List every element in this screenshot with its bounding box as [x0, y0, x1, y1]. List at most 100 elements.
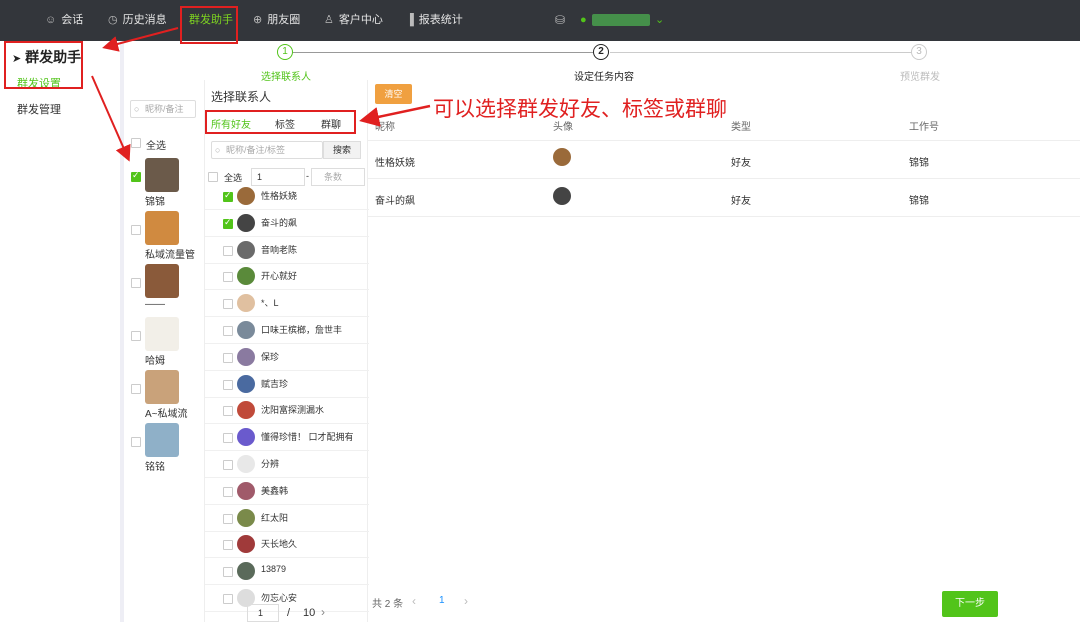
- avatar: [145, 211, 179, 245]
- avatar: [145, 370, 179, 404]
- contact-checkbox[interactable]: [223, 540, 233, 551]
- candidate-name: 锦锦: [145, 197, 165, 208]
- list-item[interactable]: 天长地久: [205, 531, 369, 559]
- sidebar-divider: [120, 41, 124, 622]
- page-number[interactable]: 1: [439, 595, 445, 606]
- contact-checkbox[interactable]: [223, 217, 233, 229]
- selected-table-area: 清空 昵称 头像 类型 工作号 性格妖娆 好友 锦锦 奋斗的飙 好友 锦锦 共 …: [368, 80, 1080, 622]
- sidebar-item-mass-management[interactable]: 群发管理: [17, 101, 61, 117]
- clear-button[interactable]: 清空: [375, 84, 412, 104]
- candidate-search-input[interactable]: ○ 昵称/备注: [130, 100, 196, 118]
- avatar: [145, 158, 179, 192]
- avatar: [145, 317, 179, 351]
- list-item[interactable]: 13879: [205, 558, 369, 586]
- contact-search-button[interactable]: 搜索: [323, 141, 361, 159]
- contact-checkbox[interactable]: [223, 352, 233, 363]
- avatar: [145, 423, 179, 457]
- candidate-item[interactable]: 锦锦: [145, 158, 179, 208]
- pager-separator: /: [287, 607, 291, 619]
- contact-name: 赋吉珍: [261, 378, 289, 389]
- candidate-checkbox[interactable]: [131, 225, 141, 235]
- list-item[interactable]: 开心就好: [205, 263, 369, 291]
- contact-checkbox[interactable]: [223, 406, 233, 417]
- list-item[interactable]: 懂得珍惜！ 口才配拥有: [205, 424, 369, 452]
- candidate-name: 铭铭: [145, 462, 165, 473]
- avatar: [237, 508, 255, 527]
- prev-page-button[interactable]: ‹: [412, 594, 416, 608]
- list-item[interactable]: 赋吉珍: [205, 371, 369, 398]
- list-item[interactable]: 沈阳富探测漏水: [205, 397, 369, 425]
- nav-customers[interactable]: ♙ 客户中心: [324, 0, 383, 41]
- chevron-down-icon[interactable]: ⌄: [655, 0, 664, 41]
- avatar: [237, 267, 255, 286]
- table-row[interactable]: 奋斗的飙 好友 锦锦: [368, 179, 1080, 217]
- candidate-item[interactable]: ——: [145, 264, 179, 310]
- contact-checkbox[interactable]: [223, 379, 233, 390]
- contact-checkbox[interactable]: [223, 460, 233, 470]
- col-header-nickname: 昵称: [375, 122, 395, 133]
- pager-next-button[interactable]: ›: [321, 605, 325, 619]
- contact-checkbox[interactable]: [223, 245, 233, 256]
- contact-search-input[interactable]: ○ 昵称/备注/标签: [211, 141, 323, 159]
- chat-icon: ☺: [45, 14, 57, 26]
- nav-history[interactable]: ◷ 历史消息: [108, 0, 167, 41]
- candidate-checkbox[interactable]: [131, 437, 141, 447]
- highlight-nav-mass-send: [180, 6, 238, 44]
- contact-checkbox[interactable]: [223, 513, 233, 524]
- search-icon: ○: [215, 145, 221, 155]
- nav-reports[interactable]: ▐ 报表统计: [406, 0, 463, 41]
- candidate-checkbox[interactable]: [131, 331, 141, 341]
- bar-chart-icon: ▐: [406, 14, 414, 26]
- contact-checkbox[interactable]: [223, 486, 233, 497]
- avatar: [237, 347, 255, 366]
- nav-moments[interactable]: ⊕ 朋友圈: [253, 0, 300, 41]
- total-count: 共 2 条: [372, 599, 404, 610]
- candidate-select-all-checkbox[interactable]: [131, 138, 141, 148]
- candidate-item[interactable]: 铭铭: [145, 423, 179, 473]
- next-step-button[interactable]: 下一步: [942, 591, 998, 617]
- row-nickname: 奋斗的飙: [375, 196, 415, 207]
- avatar: [237, 294, 255, 313]
- contact-checkbox[interactable]: [223, 272, 233, 283]
- contact-checkbox[interactable]: [223, 190, 233, 202]
- list-item[interactable]: 分辨: [205, 451, 369, 478]
- contact-checkbox[interactable]: [223, 567, 233, 578]
- list-item[interactable]: 美鑫韩: [205, 478, 369, 505]
- contact-name: 13879: [261, 564, 287, 575]
- range-separator: -: [306, 171, 309, 181]
- pager-current-input[interactable]: 1: [247, 604, 279, 622]
- contact-name: 懂得珍惜！ 口才配拥有: [261, 432, 354, 443]
- next-page-button[interactable]: ›: [464, 594, 468, 608]
- table-row[interactable]: 性格妖娆 好友 锦锦: [368, 141, 1080, 179]
- contact-checkbox[interactable]: [223, 299, 233, 310]
- list-item[interactable]: 音响老陈: [205, 237, 369, 264]
- list-item[interactable]: 性格妖娆: [205, 183, 369, 210]
- list-item[interactable]: 口味王槟榔，詹世丰: [205, 317, 369, 344]
- account-switcher[interactable]: ●: [580, 0, 587, 41]
- database-icon[interactable]: ⛁: [555, 0, 565, 41]
- nav-chat[interactable]: ☺ 会话: [45, 0, 83, 41]
- list-item[interactable]: 红太阳: [205, 505, 369, 532]
- list-item[interactable]: 奋斗的飙: [205, 210, 369, 237]
- avatar: [237, 374, 255, 393]
- col-header-account: 工作号: [909, 122, 939, 133]
- step-2-circle: 2: [593, 44, 609, 60]
- avatar: [237, 401, 255, 420]
- contact-select-all-checkbox[interactable]: [208, 172, 218, 182]
- contact-checkbox[interactable]: [223, 594, 233, 604]
- contact-name: 沈阳富探测漏水: [261, 405, 325, 416]
- list-item[interactable]: 保珍: [205, 344, 369, 371]
- candidate-item[interactable]: 哈姆: [145, 317, 179, 367]
- candidate-item[interactable]: 私域流量管: [145, 211, 195, 261]
- contact-checkbox[interactable]: [223, 433, 233, 444]
- contact-name: 天长地久: [261, 539, 298, 550]
- candidate-item[interactable]: A~私域流: [145, 370, 188, 420]
- list-item[interactable]: *、L: [205, 290, 369, 318]
- contact-name: 红太阳: [261, 512, 289, 523]
- contact-checkbox[interactable]: [223, 326, 233, 336]
- candidate-checkbox[interactable]: [131, 170, 141, 182]
- contact-name: 开心就好: [261, 271, 298, 282]
- contact-name: 保珍: [261, 351, 280, 362]
- candidate-checkbox[interactable]: [131, 384, 141, 394]
- candidate-checkbox[interactable]: [131, 278, 141, 288]
